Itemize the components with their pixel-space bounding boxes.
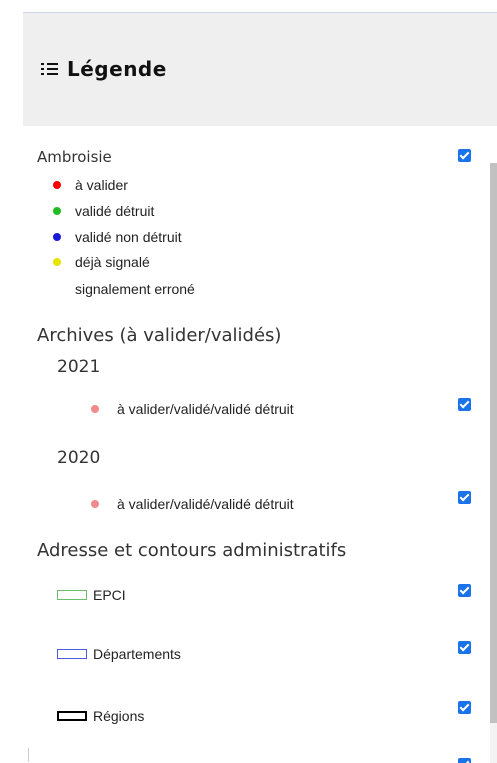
item-label: validé non détruit (75, 229, 182, 245)
pink-dot-icon (91, 500, 99, 508)
red-dot-icon (53, 181, 61, 189)
legend-header: Légende (23, 13, 497, 126)
item-label: déjà signalé (75, 254, 150, 270)
item-label: validé détruit (75, 203, 155, 219)
item-label: à valider/validé/validé détruit (117, 401, 294, 417)
ambroisie-item-a-valider: à valider (53, 177, 128, 193)
item-label: EPCI (93, 587, 126, 603)
yellow-dot-icon (53, 258, 61, 266)
ambroisie-title: Ambroisie (37, 148, 112, 166)
archive-2021-checkbox[interactable] (458, 398, 471, 411)
archive-2020-checkbox[interactable] (458, 491, 471, 504)
admin-item-regions: Régions (57, 708, 144, 724)
legend-panel[interactable]: Ambroisie à valider validé détruit valid… (23, 126, 497, 763)
legend-title-text: Légende (67, 57, 167, 81)
pink-dot-icon (91, 405, 99, 413)
next-layer-checkbox[interactable] (458, 758, 471, 763)
ambroisie-item-valide-non-detruit: validé non détruit (53, 229, 182, 245)
ambroisie-item-signalement-errone: signalement erroné (53, 281, 195, 297)
blue-dot-icon (53, 233, 61, 241)
list-icon (41, 62, 59, 76)
white-dot-icon (53, 285, 61, 293)
item-label: à valider (75, 177, 128, 193)
legend-title: Légende (41, 57, 167, 81)
archive-item-2021: à valider/validé/validé détruit (91, 401, 294, 417)
item-label: Départements (93, 646, 181, 662)
admin-title: Adresse et contours administratifs (37, 540, 347, 561)
year-label: 2021 (57, 357, 101, 377)
departements-checkbox[interactable] (458, 641, 471, 654)
item-label: signalement erroné (75, 281, 195, 297)
divider (28, 748, 29, 762)
item-label: à valider/validé/validé détruit (117, 496, 294, 512)
ambroisie-item-valide-detruit: validé détruit (53, 203, 154, 219)
epci-outline-icon (57, 590, 87, 600)
archive-item-2020: à valider/validé/validé détruit (91, 496, 294, 512)
item-label: Régions (93, 708, 145, 724)
admin-item-epci: EPCI (57, 587, 126, 603)
departements-outline-icon (57, 649, 87, 659)
epci-checkbox[interactable] (458, 584, 471, 597)
regions-outline-icon (57, 711, 87, 721)
ambroisie-item-deja-signale: déjà signalé (53, 254, 150, 270)
green-dot-icon (53, 207, 61, 215)
regions-checkbox[interactable] (458, 701, 471, 714)
archives-title: Archives (à valider/validés) (37, 325, 282, 346)
scrollbar-thumb[interactable] (490, 163, 497, 723)
ambroisie-checkbox[interactable] (458, 149, 471, 162)
admin-item-departements: Départements (57, 646, 181, 662)
year-label: 2020 (57, 448, 101, 468)
